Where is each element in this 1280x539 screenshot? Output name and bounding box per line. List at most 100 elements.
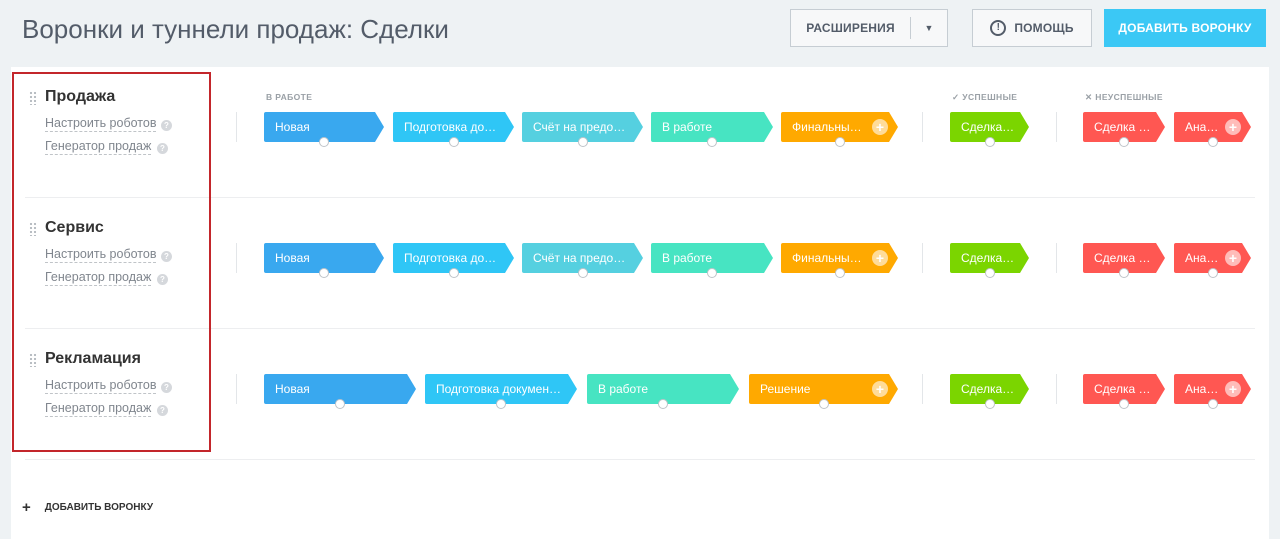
stage-label: Счёт на предоплату [533,120,643,134]
configure-robots-link[interactable]: Настроить роботов [45,247,157,263]
funnel-name[interactable]: Сервис [45,219,104,237]
stage-chip[interactable]: Подготовка документов [393,243,514,278]
drag-handle-icon[interactable] [29,353,37,367]
stage-label: Подготовка документов [436,382,568,396]
stage-handle-icon[interactable] [1119,137,1129,147]
add-stage-icon[interactable]: + [872,381,888,397]
drag-handle-icon[interactable] [29,91,37,105]
stage-label: Сделка успешна [961,382,1029,396]
stage-chip[interactable]: Подготовка документов [393,112,514,147]
help-question-icon[interactable]: ? [161,120,172,131]
configure-robots-link[interactable]: Настроить роботов [45,116,157,132]
section-label-in-work: В РАБОТЕ [266,92,313,102]
stage-handle-icon[interactable] [985,137,995,147]
plus-icon: + [22,499,31,516]
add-funnel-button[interactable]: ДОБАВИТЬ ВОРОНКУ [1104,9,1266,47]
stage-label: Подготовка документов [404,120,514,134]
stage-chip[interactable]: Новая [264,243,384,278]
stage-handle-icon[interactable] [985,268,995,278]
stage-handle-icon[interactable] [985,399,995,409]
add-stage-icon[interactable]: + [872,119,888,135]
stage-handle-icon[interactable] [707,137,717,147]
stage-handle-icon[interactable] [578,268,588,278]
stage-handle-icon[interactable] [1208,399,1218,409]
add-funnel-link[interactable]: + ДОБАВИТЬ ВОРОНКУ [22,499,153,516]
success-stage-chip[interactable]: Сделка успешна [950,112,1029,147]
stage-handle-icon[interactable] [1119,399,1129,409]
fail-stage-chip[interactable]: Анализ причины провала+ [1174,112,1251,147]
help-question-icon[interactable]: ? [161,251,172,262]
fail-stage-chip[interactable]: Сделка провалена [1083,374,1165,409]
stage-handle-icon[interactable] [707,268,717,278]
stage-chip[interactable]: Счёт на предоплату [522,112,643,147]
stage-chip[interactable]: В работе [651,112,773,147]
alert-circle-icon: ! [990,20,1007,36]
stage-chip[interactable]: Решение + [749,374,898,409]
stage-handle-icon[interactable] [578,137,588,147]
stage-handle-icon[interactable] [835,137,845,147]
page-header: Воронки и туннели продаж: Сделки РАСШИРЕ… [0,0,1280,64]
column-divider [922,112,923,142]
stage-handle-icon[interactable] [1119,268,1129,278]
add-funnel-link-label: ДОБАВИТЬ ВОРОНКУ [44,502,154,513]
stage-chip[interactable]: Новая [264,374,416,409]
stage-handle-icon[interactable] [449,268,459,278]
stage-handle-icon[interactable] [319,268,329,278]
fail-stage-chip[interactable]: Сделка провалена [1083,243,1165,278]
stage-handle-icon[interactable] [658,399,668,409]
stage-label: Сделка провалена [1094,251,1165,265]
sales-generator-link[interactable]: Генератор продаж [45,270,152,286]
funnel-name[interactable]: Продажа [45,88,115,106]
stage-handle-icon[interactable] [449,137,459,147]
stage-handle-icon[interactable] [1208,268,1218,278]
page-title: Воронки и туннели продаж: Сделки [22,14,449,44]
add-stage-icon[interactable]: + [872,250,888,266]
funnel-row: Продажа Настроить роботов? Генератор прода… [11,67,1269,198]
add-stage-icon[interactable]: + [1225,381,1241,397]
funnel-name[interactable]: Рекламация [45,350,141,368]
column-divider [1056,112,1057,142]
stage-chip[interactable]: В работе [651,243,773,278]
fail-stage-chip[interactable]: Сделка провалена [1083,112,1165,147]
add-stage-icon[interactable]: + [1225,250,1241,266]
stage-label: Новая [275,251,310,265]
stage-handle-icon[interactable] [819,399,829,409]
fail-stage-chip[interactable]: Анализ причины провала+ [1174,243,1251,278]
stage-label: Анализ причины провала [1185,251,1251,265]
stage-chip[interactable]: Финальный счёт + [781,243,898,278]
stage-label: Сделка успешна [961,120,1029,134]
sales-generator-link[interactable]: Генератор продаж [45,139,152,155]
stage-chip[interactable]: Финальный счёт + [781,112,898,147]
sales-generator-link[interactable]: Генератор продаж [45,401,152,417]
configure-robots-link[interactable]: Настроить роботов [45,378,157,394]
funnel-row: Сервис Настроить роботов? Генератор продаж… [11,198,1269,329]
add-stage-icon[interactable]: + [1225,119,1241,135]
stage-handle-icon[interactable] [319,137,329,147]
stage-chip[interactable]: В работе [587,374,739,409]
success-stage-chip[interactable]: Сделка успешна [950,243,1029,278]
stage-chip[interactable]: Подготовка документов [425,374,577,409]
stage-handle-icon[interactable] [1208,137,1218,147]
stage-label: Новая [275,382,310,396]
stage-handle-icon[interactable] [835,268,845,278]
success-stage-chip[interactable]: Сделка успешна [950,374,1029,409]
help-question-icon[interactable]: ? [157,405,168,416]
section-label-success: ✓ УСПЕШНЫЕ [952,92,1018,102]
stage-label: В работе [662,120,713,134]
stage-chip[interactable]: Счёт на предоплату [522,243,643,278]
column-divider [236,112,237,142]
drag-handle-icon[interactable] [29,222,37,236]
help-question-icon[interactable]: ? [157,274,168,285]
stage-chip[interactable]: Новая [264,112,384,147]
stage-label: Новая [275,120,310,134]
help-button[interactable]: ! ПОМОЩЬ [972,9,1092,47]
chevron-down-icon[interactable]: ▼ [911,23,947,33]
stage-handle-icon[interactable] [335,399,345,409]
help-question-icon[interactable]: ? [161,382,172,393]
help-question-icon[interactable]: ? [157,143,168,154]
stage-label: Анализ причины провала [1185,382,1251,396]
fail-stage-chip[interactable]: Анализ причины провала+ [1174,374,1251,409]
stage-handle-icon[interactable] [496,399,506,409]
extensions-button[interactable]: РАСШИРЕНИЯ ▼ [790,9,948,47]
stage-label: Сделка успешна [961,251,1029,265]
